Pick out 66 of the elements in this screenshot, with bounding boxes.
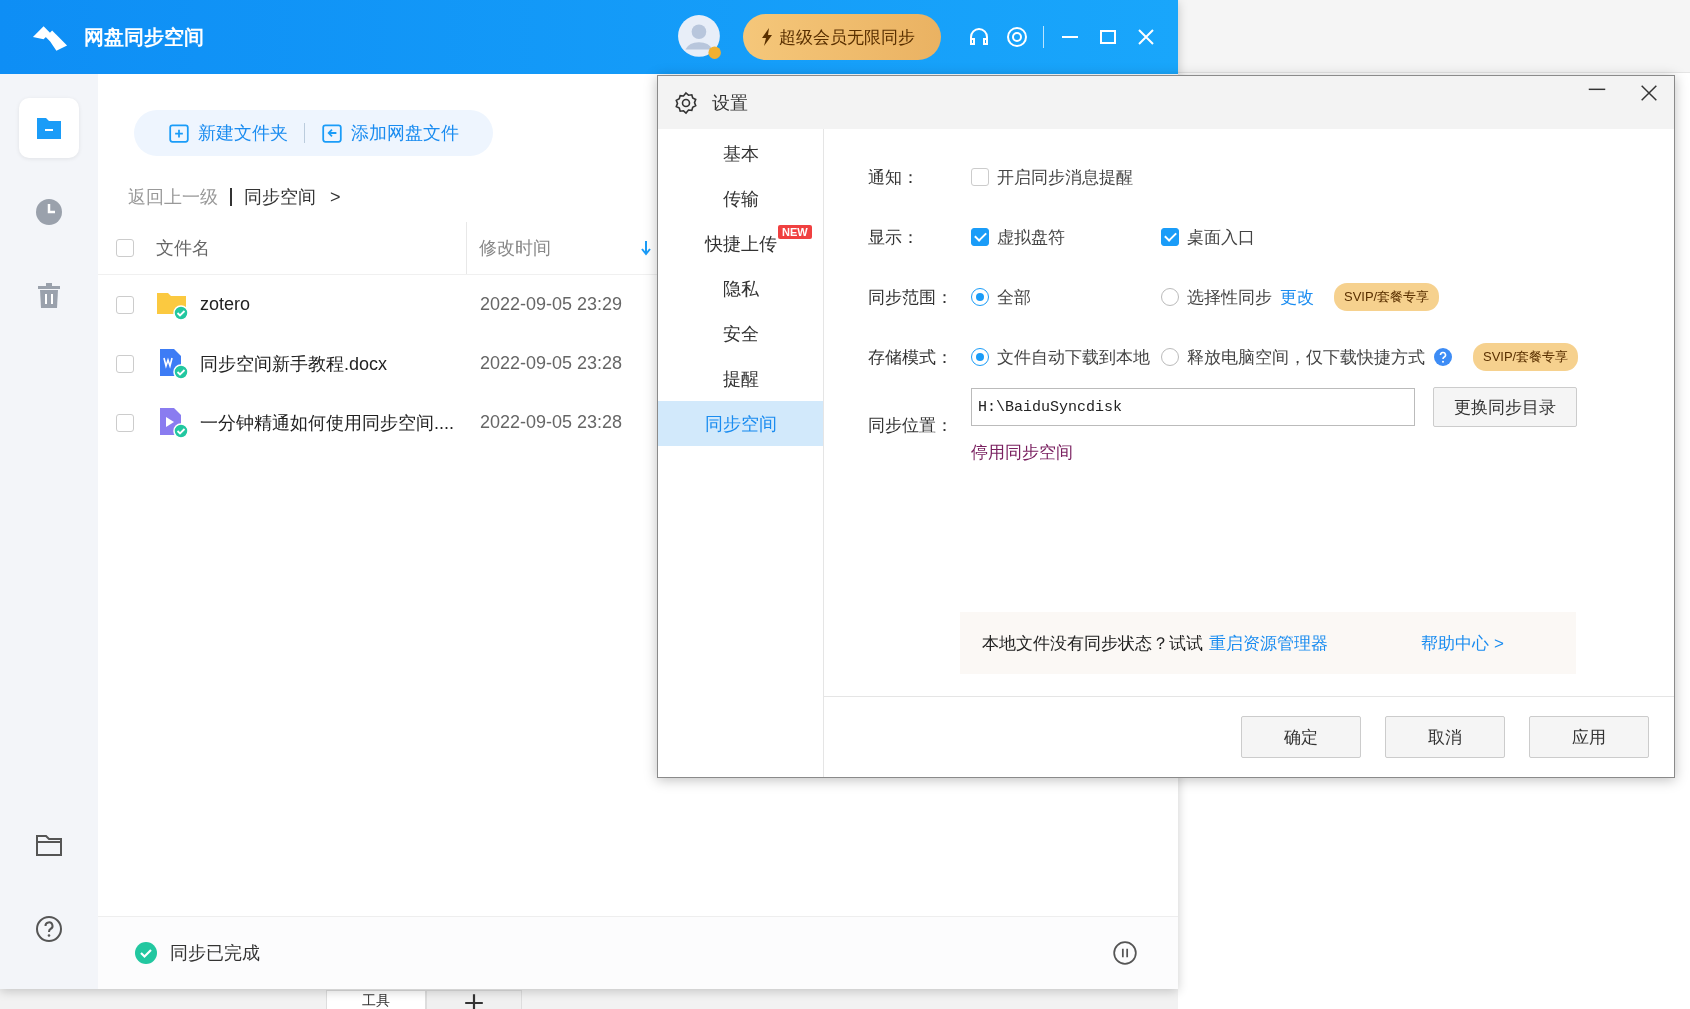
settings-icon[interactable]	[1005, 25, 1029, 49]
svip-badge: SVIP/套餐专享	[1334, 283, 1440, 311]
dialog-title: 设置	[712, 91, 748, 115]
change-folder-button[interactable]: 更换同步目录	[1433, 387, 1577, 427]
checkbox[interactable]	[1161, 228, 1179, 246]
avatar-icon[interactable]	[677, 14, 723, 60]
lightning-icon	[761, 28, 773, 46]
setting-label: 显示：	[868, 226, 920, 249]
checkbox-label[interactable]: 桌面入口	[1187, 225, 1255, 249]
file-name: zotero	[200, 294, 251, 315]
radio-option[interactable]: 选择性同步	[1161, 285, 1272, 309]
column-header[interactable]: 修改时间	[466, 222, 639, 274]
status-text: 同步已完成	[170, 942, 260, 965]
pause-icon[interactable]	[1112, 940, 1138, 966]
file-name: 一分钟精通如何使用同步空间....	[200, 411, 454, 435]
settings-nav-item[interactable]: 快捷上传 NEW	[658, 221, 823, 266]
check-circle-icon	[134, 941, 158, 965]
settings-nav-item[interactable]: 传输	[658, 176, 823, 221]
plus-square-icon	[168, 122, 190, 144]
file-name: 同步空间新手教程.docx	[200, 352, 388, 376]
setting-label: 存储模式：	[868, 346, 954, 369]
app-title: 网盘同步空间	[84, 24, 204, 50]
sort-down-icon[interactable]	[641, 240, 651, 256]
dialog-button[interactable]: 应用	[1529, 716, 1649, 758]
change-link[interactable]: 更改	[1280, 285, 1314, 309]
modified-time: 2022-09-05 23:28	[479, 412, 623, 433]
vip-button[interactable]: 超级会员无限同步	[743, 14, 941, 60]
sync-path-field[interactable]: H:\BaiduSyncdisk	[971, 388, 1415, 426]
checkbox-label[interactable]: 虚拟盘符	[997, 225, 1065, 249]
settings-nav-item[interactable]: 提醒	[658, 356, 823, 401]
dialog-button[interactable]: 确定	[1241, 716, 1361, 758]
help-icon	[33, 913, 65, 945]
radio-option[interactable]: 释放电脑空间，仅下载快捷方式	[1161, 345, 1425, 369]
settings-nav-item[interactable]: 安全	[658, 311, 823, 356]
setting-label: 同步位置：	[868, 415, 954, 437]
sidebar-item[interactable]	[19, 98, 79, 158]
help-icon[interactable]	[1433, 347, 1453, 367]
settings-nav-item[interactable]: 基本	[658, 131, 823, 176]
row-checkbox[interactable]	[116, 295, 134, 314]
dialog-button[interactable]: 取消	[1385, 716, 1505, 758]
row-checkbox[interactable]	[116, 413, 134, 432]
radio-option[interactable]: 文件自动下载到本地	[971, 345, 1150, 369]
checkbox[interactable]	[971, 228, 989, 246]
close-icon[interactable]	[1638, 82, 1660, 104]
new-badge: NEW	[778, 225, 812, 239]
checkbox[interactable]	[971, 168, 989, 186]
settings-icon	[674, 90, 698, 115]
plus-icon[interactable]	[463, 992, 485, 1009]
tip-text: 本地文件没有同步状态？试试	[982, 632, 1203, 655]
tab[interactable]: 工具	[326, 990, 426, 1009]
checkbox-label[interactable]: 开启同步消息提醒	[997, 165, 1133, 189]
select-all-checkbox[interactable]	[116, 239, 134, 257]
clock-icon	[33, 196, 65, 228]
settings-nav-item[interactable]: 隐私	[658, 266, 823, 311]
setting-label: 通知：	[868, 166, 920, 189]
breadcrumb-current[interactable]: 同步空间	[244, 185, 316, 209]
modified-time: 2022-09-05 23:28	[479, 353, 623, 374]
svip-badge: SVIP/套餐专享	[1473, 343, 1579, 371]
modified-time: 2022-09-05 23:29	[479, 294, 623, 315]
disable-sync-link[interactable]: 停用同步空间	[971, 441, 1577, 464]
import-icon	[321, 122, 343, 144]
row-checkbox[interactable]	[116, 354, 134, 373]
radio-option[interactable]: 全部	[971, 285, 1031, 309]
setting-label: 同步范围：	[868, 286, 954, 309]
column-header[interactable]: 文件名	[156, 236, 466, 260]
breadcrumb-separator: >	[330, 186, 341, 208]
